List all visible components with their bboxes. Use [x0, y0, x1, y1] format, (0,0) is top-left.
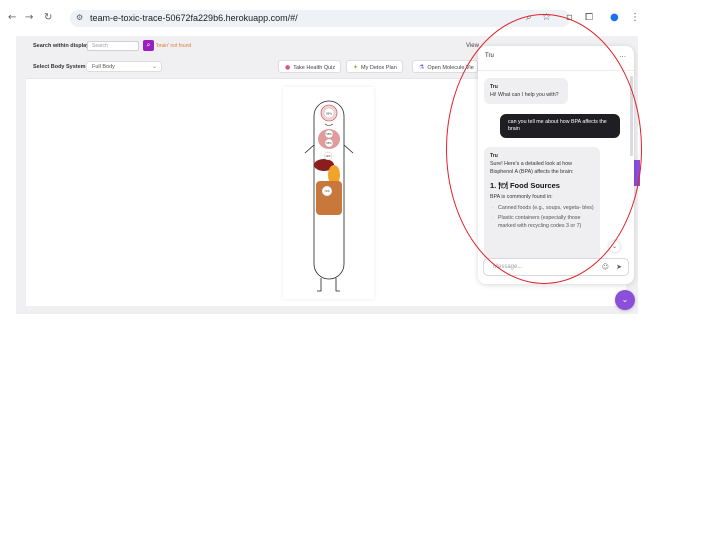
bot-message: Tru Hi! What can I help you with? — [484, 78, 568, 104]
not-found-message: 'brain' not found — [156, 43, 192, 49]
body-figure: 58% 58% 68% 42% 72% — [304, 100, 354, 292]
body-map-card: 58% 58% 68% 42% 72% — [283, 87, 374, 299]
send-icon[interactable]: ➤ — [616, 263, 622, 271]
extension-icon[interactable]: ▫ — [566, 12, 573, 23]
organ-label-stomach: 42% — [325, 154, 331, 158]
view-label: View — [466, 43, 479, 49]
chat-divider — [478, 70, 634, 71]
more-options-icon[interactable]: ... — [619, 50, 626, 59]
molecule-viewer-button[interactable]: ⚗ Open Molecule Vie — [412, 60, 478, 73]
chat-panel: Tru ... Tru Hi! What can I help you with… — [478, 46, 634, 284]
list-item: Plastic containers (especially those mar… — [490, 214, 594, 230]
user-message: can you tell me about how BPA affects th… — [500, 114, 620, 138]
message-sender: Tru — [490, 84, 498, 90]
chevron-down-icon: ⌄ — [151, 63, 157, 70]
search-input[interactable]: Search — [87, 41, 139, 51]
left-arm — [304, 144, 315, 154]
bot-message: Tru Sure! Here's a detailed look at how … — [484, 147, 600, 267]
molecule-icon: ⚗ — [419, 64, 425, 71]
section-heading: 1. 🍽 Food Sources — [490, 181, 560, 190]
browser-toolbar: ← → ↻ ⚙ team-e-toxic-trace-50672fa229b6.… — [0, 0, 720, 36]
right-arm — [343, 144, 354, 154]
chevron-down-icon: ⌄ — [621, 295, 629, 304]
message-text: Sure! Here's a detailed look at how Bisp… — [490, 161, 574, 175]
scroll-down-button[interactable]: ⌄ — [609, 241, 620, 252]
detox-icon: ✦ — [353, 64, 359, 71]
right-leg — [335, 278, 340, 292]
body-system-select[interactable]: Full Body ⌄ — [86, 61, 162, 72]
list-item: Canned foods (e.g., soups, vegeta- bles) — [490, 204, 594, 212]
detox-plan-label: My Detox Plan — [361, 65, 397, 71]
emoji-icon[interactable]: ☺ — [602, 263, 609, 271]
back-icon[interactable]: ← — [8, 12, 16, 23]
mouth — [324, 123, 334, 126]
profile-avatar[interactable]: ● — [610, 12, 619, 23]
molecule-viewer-label: Open Molecule Vie — [427, 65, 474, 71]
search-placeholder: Search — [92, 43, 108, 49]
organ-label-brain: 58% — [326, 112, 332, 116]
body-system-label: Select Body System: — [33, 64, 88, 70]
organ-label-lungs: 58% — [326, 132, 332, 136]
side-tab[interactable] — [634, 160, 640, 186]
section-intro: BPA is commonly found in: — [490, 194, 553, 200]
zoom-icon[interactable]: ⌕ — [526, 12, 532, 23]
chat-scrollbar[interactable] — [630, 76, 633, 156]
menu-kebab-icon[interactable]: ⋮ — [630, 12, 640, 23]
food-list: Canned foods (e.g., soups, vegeta- bles)… — [490, 204, 594, 230]
url-text: team-e-toxic-trace-50672fa229b6.herokuap… — [90, 13, 298, 23]
body-system-value: Full Body — [92, 64, 115, 70]
search-button[interactable]: ⌕ — [143, 40, 154, 51]
site-settings-icon[interactable]: ⚙ — [76, 13, 83, 22]
left-leg — [317, 278, 322, 292]
sidepanel-icon[interactable]: ⧠ — [585, 12, 593, 23]
health-quiz-button[interactable]: ● Take Health Quiz — [278, 60, 342, 73]
reload-icon[interactable]: ↻ — [44, 12, 52, 23]
chat-title: Tru — [485, 53, 494, 59]
health-quiz-label: Take Health Quiz — [293, 65, 336, 71]
chat-toggle-button[interactable]: ⌄ — [615, 290, 635, 310]
organ-label-heart: 68% — [326, 141, 332, 145]
address-bar[interactable]: ⚙ team-e-toxic-trace-50672fa229b6.heroku… — [70, 10, 570, 27]
detox-plan-button[interactable]: ✦ My Detox Plan — [346, 60, 403, 73]
message-placeholder: Message... — [493, 264, 523, 270]
message-sender: Tru — [490, 153, 498, 159]
organ-label-intestines: 72% — [324, 189, 330, 193]
intestines-organ — [316, 181, 342, 215]
search-label: Search within display — [33, 43, 90, 49]
quiz-icon: ● — [285, 64, 291, 71]
user-message-text: can you tell me about how BPA affects th… — [508, 119, 607, 132]
message-text: Hi! What can I help you with? — [490, 92, 559, 98]
message-input[interactable]: Message... ☺ ➤ — [483, 258, 629, 276]
search-icon: ⌕ — [146, 41, 151, 49]
forward-icon[interactable]: → — [25, 12, 33, 23]
bookmark-star-icon[interactable]: ☆ — [542, 12, 551, 23]
